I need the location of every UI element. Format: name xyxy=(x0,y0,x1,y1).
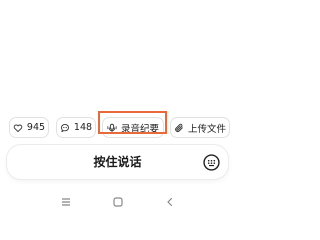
upload-file-button[interactable]: 上传文件 xyxy=(170,117,230,138)
like-count: 945 xyxy=(26,122,46,133)
like-button[interactable]: 945 xyxy=(9,117,49,138)
keyboard-icon[interactable] xyxy=(203,154,220,171)
comment-count: 148 xyxy=(73,122,93,133)
upload-file-label: 上传文件 xyxy=(187,123,226,135)
paperclip-icon xyxy=(174,123,184,133)
back-icon[interactable] xyxy=(164,196,176,208)
comment-icon xyxy=(60,123,70,133)
home-icon[interactable] xyxy=(112,196,124,208)
comment-button[interactable]: 148 xyxy=(56,117,96,138)
hold-to-talk-button[interactable]: 按住说话 xyxy=(7,145,228,179)
hold-to-talk-label: 按住说话 xyxy=(93,155,142,169)
highlight-box xyxy=(98,111,167,134)
menu-icon[interactable] xyxy=(60,196,72,208)
heart-icon xyxy=(13,123,23,133)
